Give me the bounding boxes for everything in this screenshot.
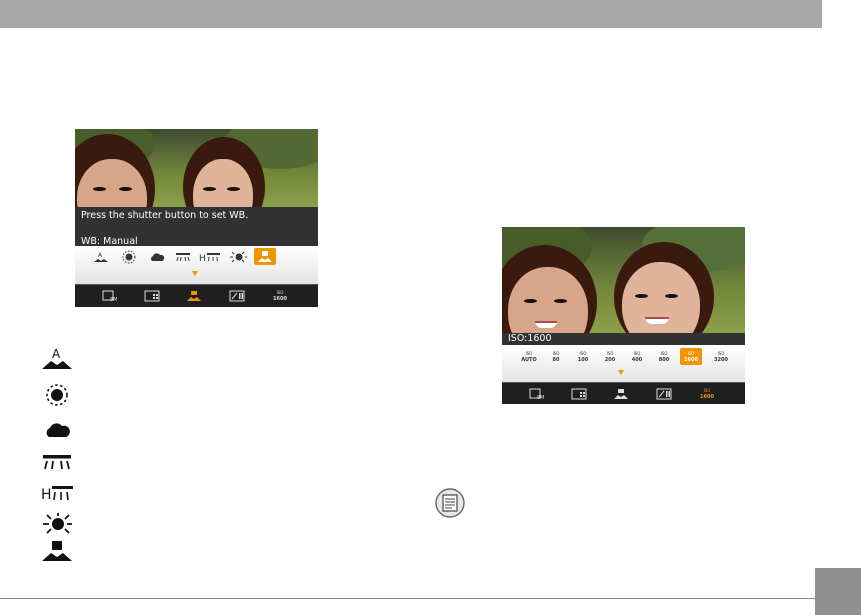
manual-wb-icon	[40, 540, 74, 562]
wb-instruction: Press the shutter button to set WB.	[81, 210, 249, 221]
iso-auto-option[interactable]: ISO AUTO	[519, 350, 539, 364]
iso-icon-value: 1600	[700, 394, 714, 400]
iso-value: 3200	[714, 357, 728, 363]
exposure-icon[interactable]	[655, 386, 673, 401]
preview-photo	[75, 129, 318, 207]
daylight-icon	[40, 384, 74, 406]
preview-photo	[502, 227, 745, 333]
iso-value: 80	[552, 357, 560, 363]
iso-current-setting: ISO:1600	[508, 333, 552, 344]
iso-value: 400	[631, 357, 643, 363]
wb-camera-screen: Press the shutter button to set WB. WB: …	[75, 129, 318, 307]
iso-3200-option[interactable]: ISO 3200	[710, 350, 732, 364]
white-balance-icon[interactable]	[612, 386, 630, 401]
iso-icon[interactable]: ISO 1600	[695, 385, 719, 403]
page-tab	[815, 568, 861, 615]
fluorescent-h-icon: H	[40, 482, 74, 504]
quality-icon[interactable]	[570, 386, 588, 401]
svg-text:A: A	[98, 252, 103, 259]
iso-80-option[interactable]: ISO 80	[546, 350, 566, 364]
image-size-icon[interactable]: 8M	[101, 288, 119, 303]
auto-wb-icon: A	[40, 348, 74, 370]
svg-text:A: A	[52, 348, 61, 361]
header-band	[0, 0, 822, 28]
wb-menu-bar: 8M ISO 1600	[75, 284, 318, 307]
iso-icon[interactable]: ISO 1600	[268, 287, 292, 305]
iso-value: AUTO	[521, 357, 537, 363]
note-icon	[435, 488, 465, 518]
fluorescent-icon[interactable]	[173, 250, 193, 264]
iso-value: 100	[577, 357, 589, 363]
selection-caret	[618, 370, 624, 375]
iso-camera-screen: ISO:1600 ISO AUTO ISO 80 ISO 100 ISO 200 ISO…	[502, 227, 745, 404]
fluorescent-h-icon[interactable]: H	[198, 250, 222, 264]
iso-value: 1600	[684, 356, 698, 363]
iso-menu-bar: 8M ISO 1600	[502, 382, 745, 404]
exposure-icon[interactable]	[228, 288, 246, 303]
footer-rule	[0, 598, 822, 599]
incandescent-icon[interactable]	[227, 250, 249, 264]
incandescent-icon	[40, 513, 74, 535]
cloudy-icon[interactable]	[147, 250, 167, 264]
svg-text:H: H	[41, 487, 52, 503]
manual-wb-icon[interactable]	[254, 248, 276, 265]
iso-icon-value: 1600	[273, 296, 287, 302]
wb-option-strip: A H	[75, 246, 318, 284]
quality-icon[interactable]	[143, 288, 161, 303]
iso-1600-option[interactable]: ISO 1600	[680, 348, 702, 365]
iso-value: 800	[658, 357, 670, 363]
iso-800-option[interactable]: ISO 800	[654, 350, 674, 364]
iso-200-option[interactable]: ISO 200	[600, 350, 620, 364]
auto-wb-icon[interactable]: A	[91, 250, 111, 264]
iso-400-option[interactable]: ISO 400	[627, 350, 647, 364]
fluorescent-icon	[40, 451, 74, 473]
svg-text:8M: 8M	[110, 297, 118, 302]
svg-text:8M: 8M	[537, 395, 545, 400]
iso-option-strip: ISO AUTO ISO 80 ISO 100 ISO 200 ISO 400 ISO 80…	[502, 345, 745, 382]
svg-text:H: H	[199, 254, 206, 263]
selection-caret	[192, 271, 198, 276]
image-size-icon[interactable]: 8M	[528, 386, 546, 401]
daylight-icon[interactable]	[119, 250, 139, 264]
cloudy-icon	[40, 419, 74, 441]
iso-value: 200	[604, 357, 616, 363]
white-balance-icon[interactable]	[185, 288, 203, 303]
iso-100-option[interactable]: ISO 100	[573, 350, 593, 364]
